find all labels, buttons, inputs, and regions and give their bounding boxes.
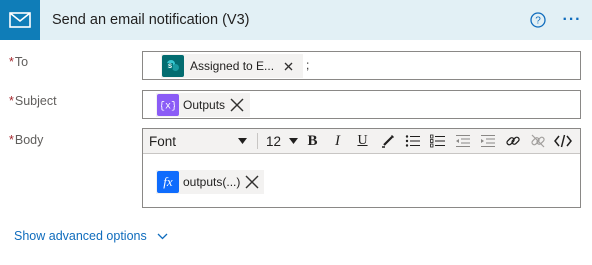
code-view-icon [553,134,572,148]
font-value: Font [149,133,177,149]
unlink-icon [530,134,545,148]
advanced-options-label: Show advanced options [14,229,147,243]
bulleted-list-button[interactable] [400,129,425,154]
highlight-icon [381,135,394,148]
remove-link-button[interactable] [525,129,550,154]
subject-dynamic-token[interactable]: {x} Outputs [156,93,250,117]
increase-indent-icon [480,135,495,147]
rich-text-toolbar: Font 12 B I U [143,129,580,154]
underline-icon: U [357,133,368,148]
code-view-button[interactable] [550,129,575,154]
body-editor[interactable]: Font 12 B I U fx outputs(...) [142,128,581,208]
underline-button[interactable]: U [350,129,375,154]
remove-token-button[interactable] [229,97,245,113]
svg-text:{x}: {x} [161,101,175,112]
caret-down-icon [238,138,247,144]
to-label-text: To [14,55,29,69]
remove-token-button[interactable] [280,58,296,74]
svg-text:?: ? [535,16,541,27]
bold-button[interactable]: B [300,129,325,154]
action-card-header[interactable]: Send an email notification (V3) ? ··· [0,0,592,40]
mail-icon [9,12,31,28]
sharepoint-icon: S [162,55,184,77]
body-label: *Body [9,133,43,147]
to-token-label: Assigned to E... [190,59,275,73]
decrease-indent-button[interactable] [450,129,475,154]
caret-down-icon [289,138,298,144]
close-icon [284,62,293,70]
help-button[interactable]: ? [528,10,548,30]
svg-text:S: S [168,64,172,70]
italic-button[interactable]: I [325,129,350,154]
italic-icon: I [335,132,340,149]
show-advanced-options-link[interactable]: Show advanced options [14,229,168,243]
close-icon [245,175,259,189]
function-icon: fx [157,171,179,193]
bulleted-list-icon [405,135,420,147]
chevron-down-icon [157,233,168,240]
body-token-label: outputs(...) [183,175,241,189]
numbered-list-button[interactable] [425,129,450,154]
action-title[interactable]: Send an email notification (V3) [52,12,528,28]
subject-field[interactable]: {x} Outputs [142,90,581,119]
to-label: *To [9,55,28,69]
decrease-indent-icon [455,135,470,147]
increase-indent-button[interactable] [475,129,500,154]
toolbar-divider [257,133,258,149]
to-dynamic-token[interactable]: S Assigned to E... [161,54,303,78]
remove-token-button[interactable] [244,174,260,190]
action-icon-tile [0,0,40,40]
insert-link-button[interactable] [500,129,525,154]
highlight-button[interactable] [375,129,400,154]
to-field[interactable]: S Assigned to E... ; [142,51,581,80]
required-marker: * [9,133,14,147]
numbered-list-icon [429,134,445,148]
body-dynamic-token[interactable]: fx outputs(...) [156,170,264,194]
font-family-dropdown[interactable]: Font [149,134,247,149]
font-size-value: 12 [266,133,282,149]
bold-icon: B [307,132,318,149]
variable-icon: {x} [157,94,179,116]
recipient-separator: ; [306,58,310,72]
more-options-button[interactable]: ··· [560,10,584,30]
close-icon [230,98,244,112]
required-marker: * [9,55,14,69]
link-icon [505,136,520,146]
help-circle-icon: ? [530,12,546,28]
body-label-text: Body [14,133,44,147]
subject-label-text: Subject [14,94,57,108]
subject-token-label: Outputs [183,98,226,112]
font-size-dropdown[interactable]: 12 [266,134,298,149]
subject-label: *Subject [9,94,57,108]
required-marker: * [9,94,14,108]
